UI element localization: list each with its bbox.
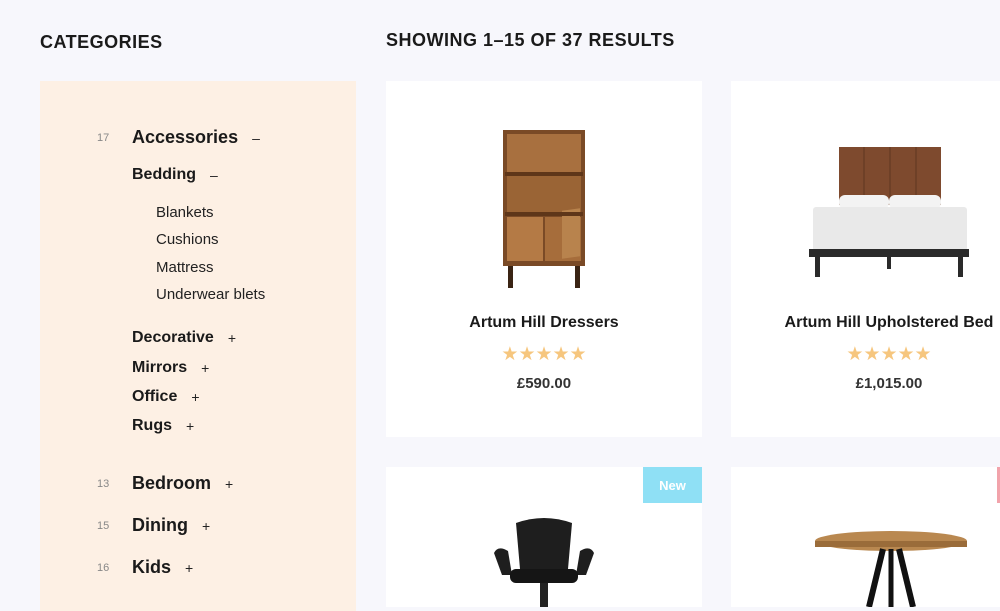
subcategory-label[interactable]: Mirrors [132,359,187,377]
category-label[interactable]: Accessories [132,127,238,148]
category-label[interactable]: Kids [132,557,171,578]
bookcase-cabinet-icon[interactable] [496,126,592,291]
subcategory-label[interactable]: Bedding [132,166,196,184]
product-card[interactable] [731,467,1000,607]
subcategory-label[interactable]: Rugs [132,417,172,435]
leaf-category-cushions[interactable]: Cushions [156,231,219,248]
leaf-category-underwear-blets[interactable]: Underwear blets [156,286,265,303]
subcategory-label[interactable]: Office [132,388,177,406]
expand-toggle[interactable]: + [225,476,233,492]
category-kids[interactable]: 16 Kids + [40,557,193,578]
bed-icon[interactable] [809,145,969,281]
product-card[interactable]: New [386,467,702,607]
leaf-category-blankets[interactable]: Blankets [156,204,214,221]
results-count-heading: SHOWING 1–15 OF 37 RESULTS [386,30,675,50]
expand-toggle[interactable]: + [228,330,236,346]
rating-stars: ★★★★★ [846,344,932,365]
subcategory-label[interactable]: Decorative [132,329,214,347]
product-title[interactable]: Artum Hill Dressers [386,314,702,332]
category-bedroom[interactable]: 13 Bedroom + [40,473,233,494]
expand-toggle[interactable]: + [185,560,193,576]
subcategory-bedding[interactable]: Bedding – [132,166,218,184]
expand-toggle[interactable]: + [186,418,194,434]
expand-toggle[interactable]: + [201,360,209,376]
subcategory-mirrors[interactable]: Mirrors + [132,359,209,377]
category-count: 13 [97,477,110,490]
round-table-icon[interactable] [813,529,969,607]
rating-stars: ★★★★★ [501,344,587,365]
product-card[interactable]: Artum Hill Upholstered Bed ★★★★★ £1,015.… [731,81,1000,437]
category-accessories[interactable]: 17 Accessories – [40,127,260,148]
expand-toggle[interactable]: + [191,389,199,405]
category-count: 15 [97,519,110,532]
subcategory-decorative[interactable]: Decorative + [132,329,236,347]
subcategory-rugs[interactable]: Rugs + [132,417,194,435]
leaf-category-mattress[interactable]: Mattress [156,259,214,276]
new-badge: New [643,467,702,503]
categories-heading: CATEGORIES [40,32,163,52]
collapse-toggle[interactable]: – [252,130,260,146]
expand-toggle[interactable]: + [202,518,210,534]
chair-icon[interactable] [490,517,598,607]
category-dining[interactable]: 15 Dining + [40,515,210,536]
category-label[interactable]: Bedroom [132,473,211,494]
product-price: £590.00 [516,375,572,392]
product-title[interactable]: Artum Hill Upholstered Bed [731,314,1000,332]
product-price: £1,015.00 [855,375,923,392]
category-label[interactable]: Dining [132,515,188,536]
product-card[interactable]: Artum Hill Dressers ★★★★★ £590.00 [386,81,702,437]
category-count: 17 [97,131,110,144]
category-count: 16 [97,561,110,574]
collapse-toggle[interactable]: – [210,167,218,183]
category-sidebar: 17 Accessories – Bedding – Blankets Cush… [40,81,356,611]
subcategory-office[interactable]: Office + [132,388,200,406]
